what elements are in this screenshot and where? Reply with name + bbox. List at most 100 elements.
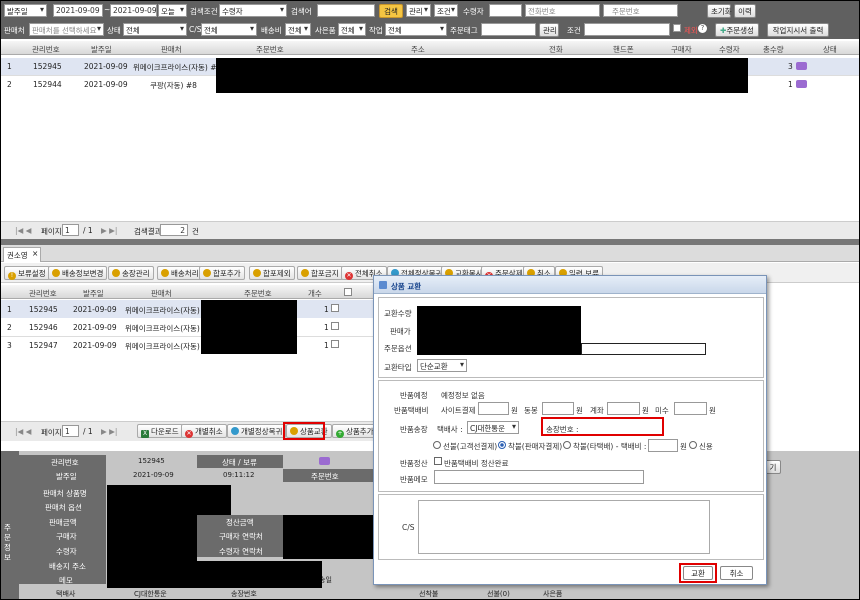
col-seller[interactable]: 판매처 bbox=[161, 44, 182, 55]
ship-info-change-button[interactable]: 배송정보변경 bbox=[48, 266, 108, 280]
credit-radio[interactable] bbox=[689, 441, 697, 449]
manage-select[interactable]: 관리 bbox=[406, 4, 431, 17]
row-seller: 위메이크프라이스(자동) #7 bbox=[133, 63, 222, 72]
settle-checkbox[interactable] bbox=[434, 457, 442, 465]
pager-next-icon[interactable]: ▶ ▶| bbox=[101, 427, 117, 436]
exch-type-select[interactable]: 단순교환 bbox=[417, 359, 467, 372]
restore-icon bbox=[231, 427, 239, 435]
bundle-add-button[interactable]: 합포추가 bbox=[199, 266, 245, 280]
col-phone[interactable]: 전화 bbox=[549, 44, 563, 55]
gift-select[interactable]: 전체 bbox=[338, 23, 366, 36]
add-item-button[interactable]: + 상품추가 bbox=[332, 424, 378, 438]
prepay-radio[interactable] bbox=[433, 441, 441, 449]
unpaid-label: 미수 bbox=[655, 406, 669, 415]
ret-memo-input[interactable] bbox=[434, 470, 644, 484]
order-no-input[interactable]: 주문번호 bbox=[603, 4, 678, 17]
bundle-exclude-button[interactable]: 합포제외 bbox=[249, 266, 295, 280]
exchange-highlight bbox=[283, 422, 325, 440]
row-checkbox[interactable] bbox=[331, 322, 339, 330]
page-input[interactable]: 1 bbox=[62, 224, 79, 236]
period-select[interactable]: 오늘 bbox=[158, 4, 187, 17]
cs-select[interactable]: 전체 bbox=[201, 23, 257, 36]
cs-textarea[interactable] bbox=[418, 500, 710, 554]
tag-manage-button[interactable]: 관리 bbox=[539, 23, 559, 37]
row-order-date: 2021-09-09 bbox=[73, 341, 117, 350]
col-order-no[interactable]: 주문번호 bbox=[256, 44, 284, 55]
hold-set-button[interactable]: ! 보류설정 bbox=[4, 266, 50, 280]
item-restore-button[interactable]: 개별정상복귀 bbox=[227, 424, 287, 438]
date-to-input[interactable]: 2021-09-09 bbox=[110, 4, 157, 17]
bundle-ban-button[interactable]: 합포금지 bbox=[297, 266, 343, 280]
account-input[interactable] bbox=[607, 402, 640, 415]
search-button[interactable]: 검색 bbox=[379, 4, 403, 18]
modal-cancel-button[interactable]: 취소 bbox=[720, 566, 753, 580]
seller-select[interactable]: 판매처를 선택하세요 bbox=[29, 23, 104, 36]
status-icon[interactable] bbox=[796, 61, 807, 70]
col-address[interactable]: 주소 bbox=[411, 44, 425, 55]
work-select[interactable]: 전체 bbox=[385, 23, 447, 36]
sub-col-count[interactable]: 개수 bbox=[308, 288, 322, 299]
detail-side-button[interactable]: 기 bbox=[765, 460, 781, 474]
col-status[interactable]: 상태 bbox=[823, 44, 837, 55]
ship-fee-select[interactable]: 전체 bbox=[285, 23, 311, 36]
page-input[interactable]: 1 bbox=[62, 425, 79, 437]
courier-select[interactable]: CJ대한통운 bbox=[467, 421, 519, 434]
site-pay-input[interactable] bbox=[478, 402, 509, 415]
pager-first-icon[interactable]: |◀ ◀ bbox=[15, 226, 31, 235]
hold-icon: ! bbox=[8, 272, 16, 280]
cs-label: C/S bbox=[189, 25, 202, 34]
sub-col-mgmt-no[interactable]: 관리번호 bbox=[29, 288, 57, 299]
courier-fee-input[interactable] bbox=[648, 439, 678, 452]
bundle-input[interactable] bbox=[542, 402, 574, 415]
row-index: 3 bbox=[7, 341, 12, 350]
row-order-date: 2021-09-09 bbox=[73, 305, 117, 314]
receiver-input[interactable] bbox=[489, 4, 522, 17]
col-order-date[interactable]: 발주일 bbox=[91, 44, 112, 55]
cond-select[interactable]: 조건 bbox=[434, 4, 458, 17]
download-button[interactable]: X 다운로드 bbox=[137, 424, 183, 438]
col-mobile[interactable]: 핸드폰 bbox=[613, 44, 634, 55]
history-button[interactable]: 이력 bbox=[734, 4, 756, 18]
sub-col-order-no[interactable]: 주문번호 bbox=[244, 288, 272, 299]
search-term-input[interactable] bbox=[317, 4, 375, 17]
status-icon[interactable] bbox=[796, 79, 807, 88]
other-courier-radio[interactable] bbox=[563, 441, 571, 449]
order-option-input[interactable] bbox=[581, 343, 706, 355]
date-type-select[interactable]: 발주일 bbox=[4, 4, 47, 17]
cond-input[interactable] bbox=[584, 23, 670, 36]
page-label: 페이지 bbox=[41, 227, 62, 236]
create-order-button[interactable]: ✚주문생성 bbox=[715, 23, 759, 37]
work-print-button[interactable]: 작업지시서 출력 bbox=[767, 23, 829, 37]
item-cancel-button[interactable]: ✕ 개별취소 bbox=[181, 424, 227, 438]
sub-col-order-date[interactable]: 발주일 bbox=[83, 288, 104, 299]
reset-button[interactable]: 초기화 bbox=[707, 4, 732, 18]
col-total-qty[interactable]: 총수량 bbox=[763, 44, 784, 55]
row-checkbox[interactable] bbox=[331, 304, 339, 312]
col-mgmt-no[interactable]: 관리번호 bbox=[32, 44, 60, 55]
courier-label: 택배사 : bbox=[437, 425, 463, 434]
date-from-input[interactable]: 2021-09-09 bbox=[53, 4, 103, 17]
select-all-checkbox[interactable] bbox=[344, 288, 352, 296]
row-seller: 쿠팡(자동) #8 bbox=[150, 81, 197, 90]
product-name-label: 판매처 상품명 bbox=[43, 489, 87, 498]
invoice-manage-button[interactable]: 송장관리 bbox=[108, 266, 154, 280]
help-icon[interactable]: ? bbox=[698, 24, 707, 33]
collect-radio[interactable] bbox=[498, 441, 506, 449]
status-select[interactable]: 전체 bbox=[123, 23, 187, 36]
search-cond-select[interactable]: 수령자 bbox=[219, 4, 287, 17]
unpaid-input[interactable] bbox=[674, 402, 707, 415]
row-checkbox[interactable] bbox=[331, 340, 339, 348]
pager-first-icon[interactable]: |◀ ◀ bbox=[15, 427, 31, 436]
phone-input[interactable]: 전화번호 bbox=[525, 4, 600, 17]
tab-close-icon[interactable]: × bbox=[32, 249, 38, 258]
order-tag-input[interactable] bbox=[481, 23, 536, 36]
ship-process-button[interactable]: 배송처리 bbox=[157, 266, 203, 280]
col-receiver[interactable]: 수령자 bbox=[719, 44, 740, 55]
col-buyer[interactable]: 구매자 bbox=[671, 44, 692, 55]
sub-col-seller[interactable]: 판매처 bbox=[151, 288, 172, 299]
modal-title-icon bbox=[379, 281, 387, 289]
except-checkbox[interactable] bbox=[673, 24, 681, 32]
exch-type-label: 교환타입 bbox=[384, 363, 412, 372]
pager-next-icon[interactable]: ▶ ▶| bbox=[101, 226, 117, 235]
status-icon[interactable] bbox=[319, 456, 330, 465]
